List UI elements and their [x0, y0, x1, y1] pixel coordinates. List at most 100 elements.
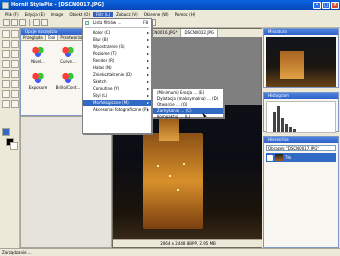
effect-brightness-contrast[interactable]: Brillo/Cont... — [53, 71, 83, 90]
navigator-panel: Miniatura — [263, 28, 339, 88]
eraser-tool-icon[interactable] — [2, 70, 10, 78]
submenu-item-compact[interactable]: Kompaktuj ... (L) — [153, 114, 223, 120]
main-toolbar: 12.6% — [0, 18, 340, 28]
slice-tool-icon[interactable] — [11, 50, 19, 58]
window-light — [169, 175, 171, 177]
blur-tool-icon[interactable] — [11, 80, 19, 88]
tab-tool[interactable]: Tool — [45, 35, 59, 40]
lasso-tool-icon[interactable] — [2, 40, 10, 48]
menu-item-coroutine[interactable]: Coroutine (Y) ▸ — [83, 86, 151, 92]
menu-item-filter-list[interactable]: Lista filtrów ... F8 — [83, 20, 151, 26]
wand-tool-icon[interactable] — [11, 40, 19, 48]
filter-list-icon — [85, 21, 89, 25]
text-tool-icon[interactable] — [2, 90, 10, 98]
toolbar-divider — [29, 19, 30, 26]
pencil-tool-icon[interactable] — [11, 60, 19, 68]
castle-building — [143, 133, 203, 229]
maximize-button[interactable]: □ — [322, 1, 330, 9]
undo-icon[interactable] — [33, 19, 40, 26]
rgb-circles-icon — [30, 71, 46, 84]
layer-label: Tło — [285, 155, 292, 160]
navigator-thumbnail[interactable] — [266, 37, 336, 87]
effect-curves[interactable]: Curve... — [53, 45, 83, 64]
menu-item-distort[interactable]: Zniekształcenie (D) ▸ — [83, 72, 151, 78]
menu-item-sketch[interactable]: Sketch ▸ — [83, 79, 151, 85]
histogram-bar — [281, 118, 284, 132]
menu-item-color[interactable]: Kolor (C) ▸ — [83, 30, 151, 36]
redo-icon[interactable] — [41, 19, 48, 26]
rgb-circles-icon — [60, 45, 76, 58]
menu-item-photo-accessories[interactable]: Akcesoriai fotograficzne (P) ▸ — [83, 107, 151, 113]
window-light — [183, 163, 185, 165]
window-light — [177, 189, 179, 191]
close-button[interactable]: × — [331, 1, 339, 9]
histogram-bar — [293, 129, 296, 132]
status-bar: Zarządzanie ... — [0, 248, 340, 256]
menu-help[interactable]: Pomoc (H) — [172, 12, 199, 17]
select-tool-icon[interactable] — [11, 30, 19, 38]
background-color-swatch[interactable] — [10, 142, 18, 150]
move-tool-icon[interactable] — [2, 30, 10, 38]
title-bar: Hornil StylePix - [DSCN0017.JPG] – □ × — [0, 0, 340, 10]
zoom-tool-icon[interactable] — [11, 100, 19, 108]
castle-tower — [159, 119, 179, 141]
doc-tab-3[interactable]: DSCN0022.JPG — [181, 29, 219, 37]
clone-tool-icon[interactable] — [2, 80, 10, 88]
open-file-icon[interactable] — [11, 19, 18, 26]
app-icon — [2, 1, 9, 9]
menu-item-blur[interactable]: Blur (B) ▸ — [83, 37, 151, 43]
submenu-arrow-icon: ▸ — [146, 37, 149, 42]
menu-item-sharpen[interactable]: Wyostrzenie (S) ▸ — [83, 44, 151, 50]
submenu-arrow-icon: ▸ — [146, 107, 149, 112]
menu-separator — [85, 27, 149, 28]
empty-panel-area — [20, 116, 112, 248]
submenu-arrow-icon: ▸ — [146, 30, 149, 35]
menu-file[interactable]: Plik (F) — [2, 12, 22, 17]
menu-bar: Plik (F) Edycja (E) Image Obiekt (O) Fil… — [0, 10, 340, 18]
layer-thumbnail — [275, 154, 283, 161]
minimize-button[interactable]: – — [313, 1, 321, 9]
submenu-arrow-icon: ▸ — [146, 72, 149, 77]
histogram-title: Histogram — [264, 93, 338, 99]
menu-filter[interactable]: Filtr (L) — [93, 11, 114, 17]
menu-item-horizontal[interactable]: Poziome (T) ▸ — [83, 51, 151, 57]
eyedropper-tool-icon[interactable] — [2, 128, 10, 136]
effect-exposure[interactable]: Exposure — [23, 71, 53, 90]
effect-levels[interactable]: Nivel... — [23, 45, 53, 64]
menu-object[interactable]: Obiekt (O) — [66, 12, 93, 17]
tools-palette — [0, 28, 20, 248]
submenu-arrow-icon: ▸ — [146, 86, 149, 91]
thumbnail-building — [280, 51, 304, 79]
menu-item-style[interactable]: Styl (L) ▸ — [83, 93, 151, 99]
crop-tool-icon[interactable] — [2, 50, 10, 58]
menu-item-render[interactable]: Render (R) ▸ — [83, 58, 151, 64]
menu-edit[interactable]: Edycja (E) — [22, 12, 48, 17]
submenu-arrow-icon: ▸ — [146, 58, 149, 63]
submenu-arrow-icon: ▸ — [146, 79, 149, 84]
layers-panel: Hierarchia Obrazek "DSCN0017.JPG" Tło — [263, 136, 339, 248]
filter-menu: Lista filtrów ... F8 Kolor (C) ▸ Blur (B)… — [82, 18, 152, 134]
fill-tool-icon[interactable] — [11, 70, 19, 78]
window-light — [157, 165, 159, 167]
image-info: 2064 x 2448 8BPP, 2.95 MB — [113, 239, 263, 247]
layer-name-field[interactable]: Obrazek "DSCN0017.JPG" — [266, 145, 336, 151]
layers-title: Hierarchia — [264, 137, 338, 143]
tab-browse[interactable]: Przegląda — [21, 35, 46, 40]
brush-tool-icon[interactable] — [2, 60, 10, 68]
navigator-title: Miniatura — [264, 29, 338, 35]
submenu-arrow-icon: ▸ — [146, 44, 149, 49]
menu-window[interactable]: Okienne (W) — [141, 12, 172, 17]
rgb-circles-icon — [30, 45, 46, 58]
menu-image[interactable]: Image — [48, 12, 67, 17]
menu-item-noise[interactable]: Hałas (N) ▸ — [83, 65, 151, 71]
menu-view[interactable]: Zobacz (V) — [113, 12, 141, 17]
menu-item-morphology[interactable]: Morfologiczne (M) ▸ — [83, 100, 151, 106]
submenu-arrow-icon: ▸ — [146, 51, 149, 56]
save-icon[interactable] — [19, 19, 26, 26]
histogram-bar — [289, 127, 292, 132]
layer-row-background[interactable]: Tło — [266, 153, 336, 162]
eye-icon[interactable] — [267, 154, 273, 161]
new-file-icon[interactable] — [3, 19, 10, 26]
shape-tool-icon[interactable] — [11, 90, 19, 98]
hand-tool-icon[interactable] — [2, 100, 10, 108]
